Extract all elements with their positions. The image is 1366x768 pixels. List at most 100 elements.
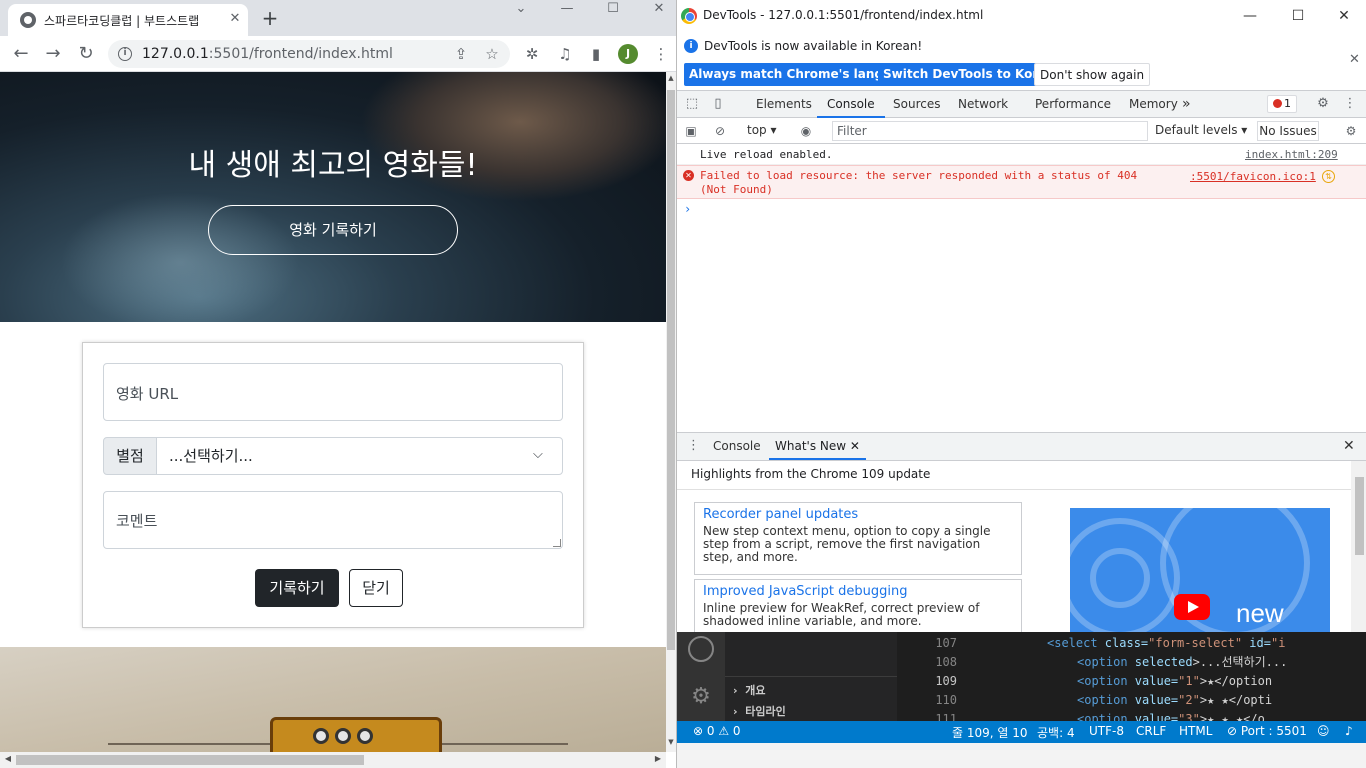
error-count: 1 (1284, 97, 1291, 110)
console-filter-input[interactable]: Filter (832, 121, 1148, 141)
share-icon[interactable]: ⇪ (451, 44, 471, 64)
issues-button[interactable]: No Issues (1257, 121, 1319, 141)
scroll-up-icon[interactable]: ▲ (666, 74, 676, 86)
profile-avatar[interactable]: J (618, 44, 638, 64)
scrollbar-thumb[interactable] (1355, 477, 1364, 555)
encoding-status[interactable]: UTF-8 (1089, 724, 1124, 738)
window-close-icon[interactable]: ✕ (644, 0, 674, 20)
record-movie-button[interactable]: 영화 기록하기 (208, 205, 458, 255)
code-tag: <option (1077, 655, 1128, 669)
tab-elements[interactable]: Elements (756, 91, 812, 118)
scrollbar-thumb[interactable] (16, 755, 364, 765)
forward-arrow-icon[interactable]: → (41, 42, 65, 66)
drawer-scrollbar[interactable] (1351, 461, 1366, 633)
address-bar[interactable]: i 127.0.0.1:5501/frontend/index.html ⇪ ☆ (108, 40, 510, 68)
account-icon[interactable] (688, 636, 714, 662)
log-source-link[interactable]: index.html:209 (1245, 148, 1338, 161)
tab-network[interactable]: Network (958, 91, 1008, 118)
log-levels-dropdown[interactable]: Default levels ▾ (1155, 123, 1247, 137)
news-item[interactable]: Improved JavaScript debugging Inline pre… (694, 579, 1022, 639)
sidebar-item-timeline[interactable]: › 타임라인 (733, 703, 786, 719)
maximize-icon[interactable]: ☐ (598, 0, 628, 20)
whats-new-video-thumbnail[interactable]: new (1070, 508, 1330, 633)
sidebar-item-outline[interactable]: › 개요 (733, 682, 765, 698)
network-request-icon[interactable]: ⇅ (1322, 170, 1335, 183)
extensions-icon[interactable]: ✲ (522, 44, 542, 64)
language-mode[interactable]: HTML (1179, 724, 1212, 738)
tab-search-icon[interactable]: ⌄ (506, 0, 536, 20)
divider (677, 489, 1353, 490)
media-icon[interactable]: ♫ (555, 44, 575, 64)
new-tab-button[interactable]: + (258, 6, 282, 30)
more-tabs-icon[interactable]: » (1182, 91, 1191, 118)
save-button[interactable]: 기록하기 (255, 569, 339, 607)
close-button[interactable]: 닫기 (349, 569, 403, 607)
news-item[interactable]: Recorder panel updates New step context … (694, 502, 1022, 575)
news-title[interactable]: Recorder panel updates (703, 507, 1013, 522)
tab-console[interactable]: Console (817, 91, 885, 118)
drawer-close-icon[interactable]: ✕ (1343, 438, 1355, 454)
textarea-resize-handle[interactable] (553, 539, 561, 547)
drawer-tab-console[interactable]: Console (713, 433, 761, 460)
feedback-icon[interactable]: ☺ (1317, 724, 1330, 738)
reload-icon[interactable]: ↻ (74, 42, 98, 66)
youtube-play-icon[interactable] (1174, 594, 1210, 620)
tab-memory[interactable]: Memory (1129, 91, 1178, 118)
settings-gear-icon[interactable]: ⚙ (1315, 96, 1331, 112)
star-icon[interactable]: ☆ (482, 44, 502, 64)
close-icon[interactable]: ✕ (1349, 52, 1360, 67)
manage-gear-icon[interactable]: ⚙ (688, 684, 714, 710)
error-count-badge[interactable]: 1 (1267, 95, 1297, 113)
rating-select[interactable]: ...선택하기... (156, 437, 563, 475)
console-prompt[interactable]: › (684, 202, 691, 216)
vscode-window: ⚙ › 개요 › 타임라인 107 108 109 110 111 <selec… (677, 632, 1366, 768)
problems-indicator[interactable]: ⊗ 0 ⚠ 0 (693, 724, 741, 738)
info-icon[interactable]: i (118, 47, 132, 61)
tab-close-icon[interactable]: ✕ (226, 10, 244, 28)
scrollbar-thumb[interactable] (667, 90, 675, 650)
maximize-icon[interactable]: ☐ (1283, 6, 1313, 26)
notifications-bell-icon[interactable]: ♪ (1345, 724, 1353, 738)
scroll-left-icon[interactable]: ◀ (2, 754, 14, 766)
news-title[interactable]: Improved JavaScript debugging (703, 584, 1013, 599)
indentation-status[interactable]: 공백: 4 (1037, 724, 1075, 741)
live-expression-eye-icon[interactable]: ◉ (798, 123, 814, 139)
error-source-link[interactable]: :5501/favicon.ico:1 (1190, 170, 1316, 183)
minimize-icon[interactable]: — (552, 0, 582, 20)
code-value: "form-select" (1148, 636, 1243, 650)
inspect-element-icon[interactable]: ⬚ (684, 96, 700, 112)
eol-status[interactable]: CRLF (1136, 724, 1166, 738)
tab-sources[interactable]: Sources (893, 91, 940, 118)
dont-show-again-button[interactable]: Don't show again (1034, 63, 1151, 86)
device-toolbar-icon[interactable]: ▯ (710, 96, 726, 112)
code-attr: id= (1242, 636, 1271, 650)
context-selector[interactable]: top ▾ (747, 123, 777, 137)
comment-textarea[interactable]: 코멘트 (103, 491, 563, 549)
scroll-down-icon[interactable]: ▼ (666, 738, 676, 750)
code-tag: <option (1077, 674, 1128, 688)
sidebar-toggle-icon[interactable]: ▣ (683, 123, 699, 139)
tab-close-icon[interactable]: ✕ (850, 439, 860, 453)
minimize-icon[interactable]: — (1235, 6, 1265, 26)
code-editor[interactable]: <select class="form-select" id="i <optio… (987, 632, 1366, 721)
scroll-right-icon[interactable]: ▶ (652, 754, 664, 766)
page-vertical-scrollbar[interactable]: ▲ ▼ (666, 72, 676, 752)
page-horizontal-scrollbar[interactable]: ◀ ▶ (0, 752, 666, 768)
divider (725, 676, 897, 677)
cursor-position[interactable]: 줄 109, 열 10 (952, 724, 1028, 741)
code-attr: value= (1127, 693, 1179, 707)
browser-tab[interactable]: 스파르타코딩클럽 | 부트스트랩 ✕ (8, 4, 248, 36)
window-close-icon[interactable]: ✕ (1329, 6, 1359, 26)
more-vertical-icon[interactable]: ⋮ (1342, 96, 1358, 112)
explorer-sidebar: › 개요 › 타임라인 (725, 632, 897, 721)
tab-performance[interactable]: Performance (1035, 91, 1111, 118)
live-server-port[interactable]: ⊘ Port : 5501 (1227, 724, 1307, 738)
clear-console-icon[interactable]: ⊘ (712, 123, 728, 139)
sidepanel-icon[interactable]: ▮ (586, 44, 606, 64)
drawer-tab-whats-new[interactable]: What's New ✕ (769, 433, 866, 460)
movie-url-input[interactable]: 영화 URL (103, 363, 563, 421)
back-arrow-icon[interactable]: ← (9, 42, 33, 66)
more-icon[interactable]: ⋮ (651, 44, 671, 64)
console-settings-gear-icon[interactable]: ⚙ (1343, 123, 1359, 139)
drawer-menu-icon[interactable]: ⋮ (687, 438, 700, 453)
